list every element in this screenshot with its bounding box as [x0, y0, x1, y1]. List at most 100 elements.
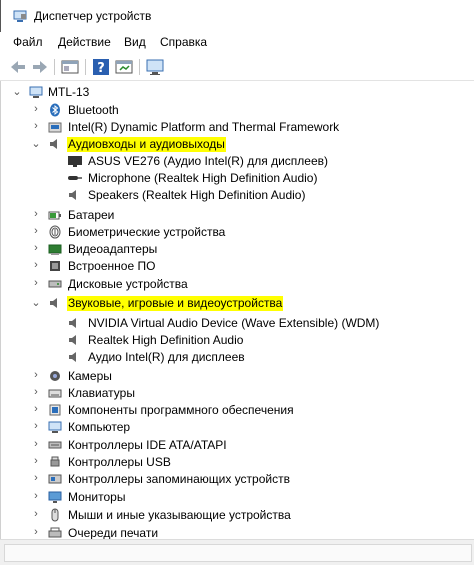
tree-category-label: Клавиатуры [68, 386, 135, 400]
usb-icon [50, 456, 60, 467]
display-audio-icon [68, 156, 82, 167]
tree-category[interactable]: › Батареи [1, 207, 474, 224]
tree-category[interactable]: › Intel(R) Dynamic Platform and Thermal … [1, 119, 474, 136]
speaker-icon [69, 352, 76, 362]
tree-device[interactable]: Аудио Intel(R) для дисплеев [1, 349, 474, 366]
tree-category[interactable]: › Камеры [1, 368, 474, 385]
tree-category-label: Контроллеры USB [68, 455, 171, 469]
svg-text:?: ? [97, 61, 105, 76]
monitor-icon [48, 491, 62, 503]
help-icon[interactable]: ? [91, 57, 111, 77]
tree-category-label: Видеоадаптеры [68, 242, 158, 256]
storage-controller-icon [48, 474, 62, 484]
tree-category[interactable]: › Контроллеры IDE ATA/ATAPI [1, 437, 474, 454]
chevron-right-icon[interactable]: › [30, 369, 42, 383]
chevron-right-icon[interactable]: › [30, 208, 42, 222]
tree-category[interactable]: › Компоненты программного обеспечения [1, 402, 474, 419]
tree-category-label: Компьютер [68, 420, 131, 434]
tree-device[interactable]: ASUS VE276 (Аудио Intel(R) для дисплеев) [1, 153, 474, 170]
tree-root[interactable]: ⌄ MTL-13 [1, 84, 474, 101]
tree-category-label: Камеры [68, 369, 112, 383]
tree-device[interactable]: Speakers (Realtek High Definition Audio) [1, 187, 474, 204]
chevron-right-icon[interactable]: › [30, 120, 42, 134]
tree-category-label: Биометрические устройства [68, 225, 226, 239]
chevron-right-icon[interactable]: › [30, 508, 42, 522]
device-tree: ⌄ MTL-13 › Bluetooth › Intel(R) Dynamic … [0, 81, 474, 539]
tree-category[interactable]: › Видеоадаптеры [1, 241, 474, 258]
title-bar: Диспетчер устройств [0, 0, 474, 32]
chevron-right-icon[interactable]: › [30, 386, 42, 400]
tree-device-label: Speakers (Realtek High Definition Audio) [88, 188, 306, 202]
update-driver-icon[interactable] [114, 57, 134, 77]
firmware-icon [50, 261, 60, 271]
speaker-icon [50, 139, 57, 149]
computer-icon [48, 421, 62, 433]
tree-category[interactable]: › Клавиатуры [1, 385, 474, 402]
menu-help[interactable]: Справка [160, 35, 207, 49]
chevron-right-icon[interactable]: › [30, 490, 42, 504]
print-queue-icon [48, 527, 62, 538]
tree-category[interactable]: › Встроенное ПО [1, 258, 474, 275]
battery-icon [48, 211, 61, 220]
tree-category[interactable]: › Контроллеры запоминающих устройств [1, 471, 474, 488]
back-icon[interactable] [8, 57, 28, 77]
scrollbar-track[interactable] [4, 544, 472, 562]
chevron-down-icon[interactable]: ⌄ [30, 296, 42, 310]
chevron-right-icon[interactable]: › [30, 259, 42, 273]
menu-bar: Файл Действие Вид Справка [0, 32, 474, 52]
chevron-right-icon[interactable]: › [30, 277, 42, 291]
tree-category[interactable]: › Мыши и иные указывающие устройства [1, 507, 474, 524]
tree-category[interactable]: ⌄ Аудиовходы и аудиовыходы [1, 136, 474, 153]
mouse-icon [51, 508, 59, 522]
device-icon [48, 122, 62, 133]
chevron-down-icon[interactable]: ⌄ [30, 137, 42, 151]
monitor-scan-icon[interactable] [145, 57, 165, 77]
tree-device-label: Microphone (Realtek High Definition Audi… [88, 171, 318, 185]
tree-category[interactable]: ⌄ Звуковые, игровые и видеоустройства [1, 295, 474, 312]
toolbar-separator [54, 59, 55, 75]
tree-device[interactable]: Realtek High Definition Audio [1, 332, 474, 349]
tree-category-label: Bluetooth [68, 103, 119, 117]
tree-device[interactable]: NVIDIA Virtual Audio Device (Wave Extens… [1, 315, 474, 332]
tree-category[interactable]: › Bluetooth [1, 102, 474, 119]
software-component-icon [49, 404, 61, 416]
tree-category-label: Мониторы [68, 490, 126, 504]
chevron-right-icon[interactable]: › [30, 420, 42, 434]
toolbar: ? [0, 54, 474, 81]
tree-device-label: ASUS VE276 (Аудио Intel(R) для дисплеев) [88, 154, 328, 168]
tree-category[interactable]: › Мониторы [1, 489, 474, 506]
chevron-right-icon[interactable]: › [30, 242, 42, 256]
menu-view[interactable]: Вид [124, 35, 146, 49]
tree-category-label: Аудиовходы и аудиовыходы [67, 137, 226, 152]
tree-category[interactable]: › Биометрические устройства [1, 224, 474, 241]
chevron-right-icon[interactable]: › [30, 438, 42, 452]
tree-category[interactable]: › Очереди печати [1, 525, 474, 539]
chevron-right-icon[interactable]: › [30, 103, 42, 117]
keyboard-icon [48, 389, 62, 398]
forward-icon[interactable] [30, 57, 50, 77]
speaker-icon [69, 335, 76, 345]
tree-category[interactable]: › Контроллеры USB [1, 454, 474, 471]
chevron-down-icon[interactable]: ⌄ [11, 85, 23, 99]
chevron-right-icon[interactable]: › [30, 455, 42, 469]
chevron-right-icon[interactable]: › [30, 225, 42, 239]
speaker-icon [69, 318, 76, 328]
speaker-icon [69, 190, 76, 200]
tree-category-label: Встроенное ПО [68, 259, 156, 273]
tree-category[interactable]: › Компьютер [1, 419, 474, 436]
chevron-right-icon[interactable]: › [30, 403, 42, 417]
horizontal-scrollbar[interactable] [0, 539, 474, 565]
properties-icon[interactable] [60, 57, 80, 77]
tree-category[interactable]: › Дисковые устройства [1, 276, 474, 293]
bluetooth-icon [50, 103, 60, 117]
chevron-right-icon[interactable]: › [30, 526, 42, 539]
tree-category-label: Контроллеры IDE ATA/ATAPI [68, 438, 227, 452]
chevron-right-icon[interactable]: › [30, 472, 42, 486]
menu-action[interactable]: Действие [58, 35, 111, 49]
menu-file[interactable]: Файл [13, 35, 43, 49]
speaker-icon [50, 298, 57, 308]
tree-category-label: Звуковые, игровые и видеоустройства [67, 296, 284, 311]
tree-device-label: NVIDIA Virtual Audio Device (Wave Extens… [88, 316, 380, 330]
disk-icon [48, 280, 62, 288]
tree-device[interactable]: Microphone (Realtek High Definition Audi… [1, 170, 474, 187]
